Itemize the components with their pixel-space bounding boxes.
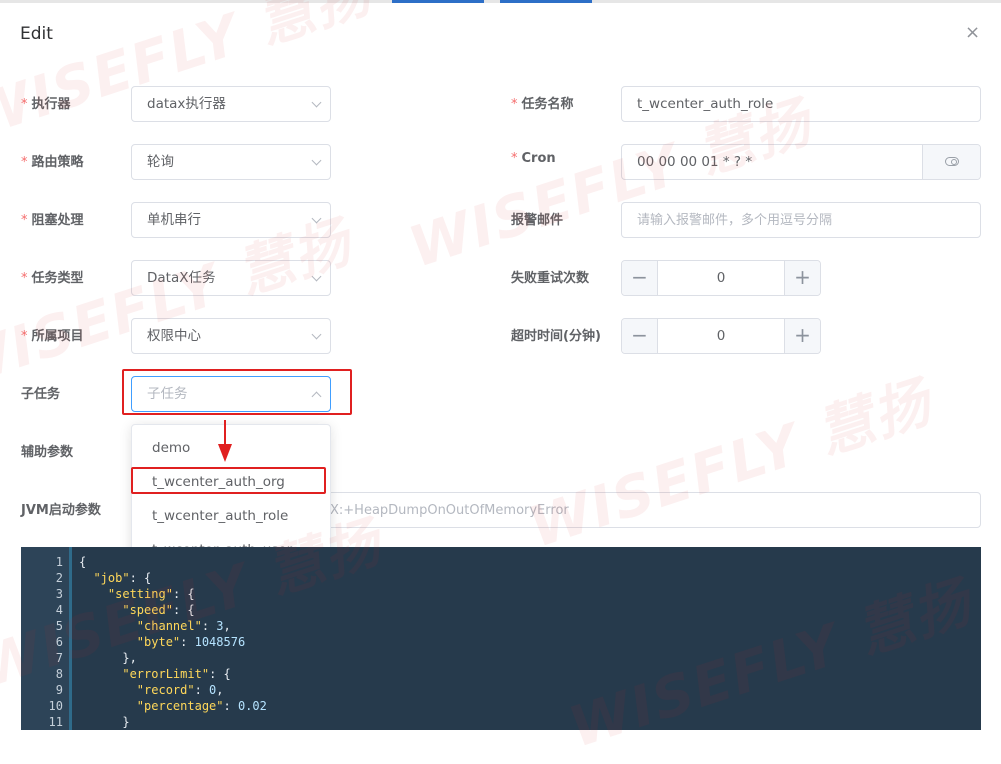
toggle-icon	[945, 157, 959, 166]
route-strategy-select[interactable]: 轮询	[131, 144, 331, 180]
jvm-params-label: JVM启动参数	[21, 503, 101, 518]
subtask-label: 子任务	[21, 387, 61, 402]
alarm-email-placeholder: 请输入报警邮件，多个用逗号分隔	[637, 213, 833, 228]
close-icon[interactable]: ×	[965, 22, 980, 43]
dialog-title: Edit	[20, 24, 53, 44]
chevron-down-icon	[311, 97, 322, 108]
cron-input[interactable]: 00 00 00 01 * ? *	[621, 144, 981, 180]
line-number: 8	[55, 667, 63, 681]
line-number: 2	[55, 571, 63, 585]
line-number: 1	[55, 555, 63, 569]
code-line: "channel": 3,	[136, 619, 231, 633]
code-line: }	[79, 715, 130, 729]
timeout-value[interactable]: 0	[658, 319, 784, 353]
cron-toggle-button[interactable]	[922, 145, 980, 179]
increment-button[interactable]: +	[784, 319, 820, 353]
chevron-down-icon	[311, 155, 322, 166]
executor-value: datax执行器	[147, 96, 226, 112]
project-value: 权限中心	[147, 328, 201, 344]
line-number: 7	[55, 651, 63, 665]
project-select[interactable]: 权限中心	[131, 318, 331, 354]
decrement-button[interactable]: −	[622, 319, 658, 353]
cron-value: 00 00 00 01 * ? *	[637, 154, 753, 170]
block-strategy-select[interactable]: 单机串行	[131, 202, 331, 238]
block-strategy-label: * 阻塞处理	[21, 213, 84, 228]
route-strategy-value: 轮询	[147, 154, 174, 170]
retry-count-label: 失败重试次数	[511, 271, 590, 286]
task-name-label: * 任务名称	[511, 97, 574, 112]
block-strategy-value: 单机串行	[147, 212, 201, 228]
timeout-stepper[interactable]: − 0 +	[621, 318, 821, 354]
line-number: 11	[48, 715, 63, 729]
alarm-email-label: 报警邮件	[511, 213, 564, 228]
timeout-label: 超时时间(分钟)	[511, 329, 601, 344]
code-line: "percentage": 0.02	[136, 699, 267, 713]
highlight-box-option	[131, 467, 326, 494]
decrement-button[interactable]: −	[622, 261, 658, 295]
task-type-label: * 任务类型	[21, 271, 84, 286]
dropdown-option-auth-role[interactable]: t_wcenter_auth_role	[132, 499, 330, 533]
code-line: "setting": {	[107, 587, 195, 601]
arrow-down-icon	[218, 444, 232, 462]
highlight-box-subtask	[122, 369, 352, 415]
task-type-select[interactable]: DataX任务	[131, 260, 331, 296]
retry-count-value[interactable]: 0	[658, 261, 784, 295]
chevron-down-icon	[311, 271, 322, 282]
line-number: 4	[55, 603, 63, 617]
line-number-gutter: 1 2 3 4 5 6 7 8 9 10 11	[21, 547, 69, 730]
project-label: * 所属项目	[21, 329, 84, 344]
arrow-shaft	[224, 420, 226, 446]
chevron-down-icon	[311, 213, 322, 224]
executor-select[interactable]: datax执行器	[131, 86, 331, 122]
jvm-params-placeholder: X:+HeapDumpOnOutOfMemoryError	[330, 503, 569, 518]
task-name-input[interactable]: t_wcenter_auth_role	[621, 86, 981, 122]
json-code-editor[interactable]: 1 2 3 4 5 6 7 8 9 10 11 { "job": { "sett…	[21, 547, 981, 730]
code-line: "byte": 1048576	[136, 635, 246, 649]
code-line: {	[79, 555, 87, 569]
cron-label: * Cron	[511, 151, 556, 166]
line-number: 5	[55, 619, 63, 633]
line-number: 10	[48, 699, 63, 713]
line-number: 6	[55, 635, 63, 649]
executor-label: * 执行器	[21, 97, 71, 112]
code-line: },	[79, 651, 137, 665]
code-line: "record": 0,	[136, 683, 224, 697]
line-number: 9	[55, 683, 63, 697]
editor-active-column	[69, 547, 72, 730]
code-line: "job": {	[93, 571, 152, 585]
aux-params-label: 辅助参数	[21, 445, 74, 460]
task-type-value: DataX任务	[147, 270, 216, 286]
code-content[interactable]: { "job": { "setting": { "speed": { "chan…	[69, 547, 981, 730]
code-line: "speed": {	[122, 603, 195, 617]
alarm-email-input[interactable]: 请输入报警邮件，多个用逗号分隔	[621, 202, 981, 238]
code-line: "errorLimit": {	[122, 667, 231, 681]
route-strategy-label: * 路由策略	[21, 155, 84, 170]
retry-count-stepper[interactable]: − 0 +	[621, 260, 821, 296]
increment-button[interactable]: +	[784, 261, 820, 295]
line-number: 3	[55, 587, 63, 601]
chevron-down-icon	[311, 329, 322, 340]
